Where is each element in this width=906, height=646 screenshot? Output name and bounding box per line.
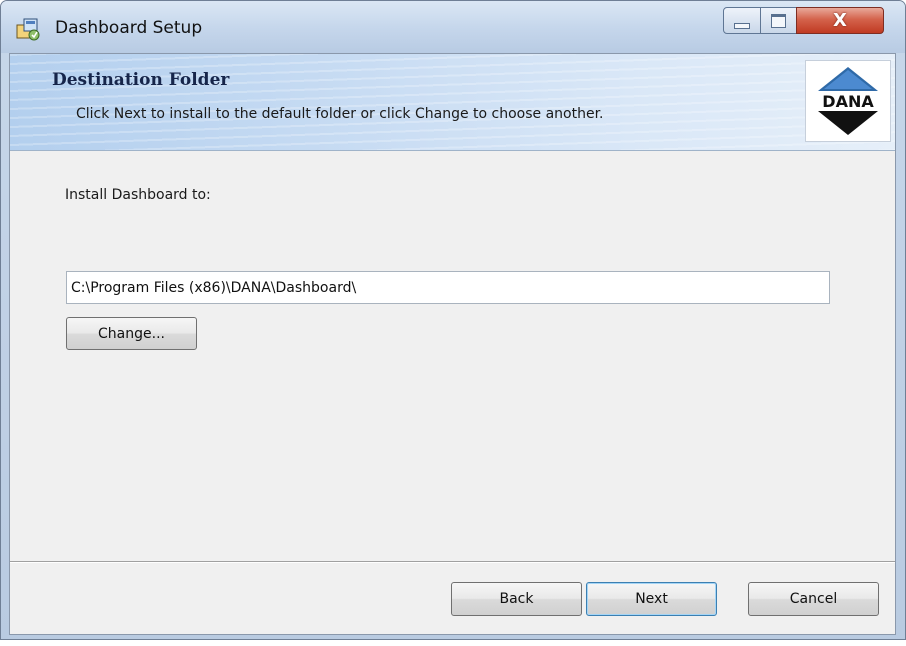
next-button[interactable]: Next (586, 582, 717, 616)
page-title: Destination Folder (52, 70, 230, 90)
close-icon: X (833, 9, 847, 31)
setup-package-icon (15, 16, 41, 42)
minimize-button[interactable] (723, 7, 761, 34)
logo-text: DANA (822, 92, 874, 111)
close-button[interactable]: X (796, 7, 884, 34)
maximize-icon (771, 13, 786, 28)
setup-window: Dashboard Setup X Destination Folder Cli… (0, 0, 906, 640)
change-folder-button[interactable]: Change... (66, 317, 197, 350)
window-title: Dashboard Setup (55, 18, 203, 38)
footer-divider (10, 561, 895, 563)
install-location-label: Install Dashboard to: (65, 187, 211, 203)
cancel-button[interactable]: Cancel (748, 582, 879, 616)
maximize-button[interactable] (760, 7, 797, 34)
install-path-field[interactable] (66, 271, 830, 304)
header-banner: Destination Folder Click Next to install… (10, 54, 895, 151)
title-bar[interactable]: Dashboard Setup X (1, 1, 905, 53)
back-button[interactable]: Back (451, 582, 582, 616)
minimize-icon (734, 22, 750, 29)
page-description: Click Next to install to the default fol… (76, 106, 604, 122)
dana-logo: DANA (805, 60, 891, 142)
dialog-client-area: Destination Folder Click Next to install… (9, 53, 896, 635)
